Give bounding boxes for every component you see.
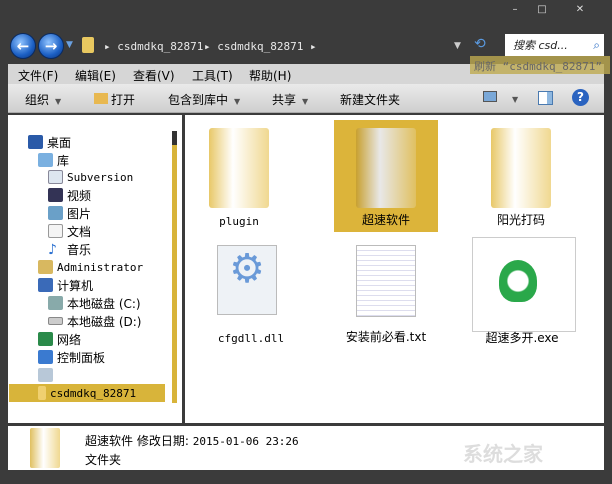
view-icon[interactable] [483,91,497,102]
address-dropdown[interactable]: ▼ [454,41,461,51]
nav-scrollbar[interactable] [171,115,181,423]
nav-network[interactable]: 网络 [38,330,81,348]
watermark-logo: 系统之家 [463,442,543,466]
nav-drive-c[interactable]: 本地磁盘 (C:) [48,294,141,312]
share-button[interactable]: 共享 ▼ [272,91,308,108]
folder-icon [38,386,46,400]
video-icon [48,188,63,202]
document-icon [48,224,63,238]
details-type: 文件夹 [85,453,122,467]
menu-file[interactable]: 文件(F) [18,67,58,84]
music-icon: ♪ [48,242,57,258]
breadcrumb-2[interactable]: ▸ csdmdkq_82871 ▸ [204,40,317,53]
nav-desktop[interactable]: 桌面 [28,133,71,151]
file-item-chaosu-exe[interactable]: 超速多开.exe [472,237,576,345]
drive-icon [48,317,63,325]
network-icon [38,332,53,346]
open-folder-icon [94,93,108,104]
file-item-readme-txt[interactable]: 安装前必看.txt [334,237,438,349]
refresh-tooltip: 刷新 “csdmdkq_82871” [470,56,610,74]
drive-c-icon [48,296,63,310]
organize-button[interactable]: 组织 ▼ [25,91,61,108]
file-item-yangguang[interactable]: 阳光打码 [469,120,573,232]
recent-pages-dropdown[interactable]: ▼ [66,40,73,50]
menu-view[interactable]: 查看(V) [133,67,175,84]
new-folder-button[interactable]: 新建文件夹 [340,91,400,108]
nav-subversion[interactable]: Subversion [48,168,133,186]
document-library-icon [48,170,63,184]
folder-icon [356,128,416,208]
exe-app-icon [499,260,537,302]
folder-icon [82,37,94,53]
file-list: plugin 超速软件 阳光打码 ⚙ cfgdll.dll 安装前必看.txt 超… [185,115,604,423]
folder-icon [30,428,60,468]
user-folder-icon [38,260,53,274]
toolbar: 组织 ▼ 打开 包含到库中 ▼ 共享 ▼ 新建文件夹 ▼ ? [8,84,604,113]
menu-edit[interactable]: 编辑(E) [75,67,116,84]
refresh-icon[interactable]: ⟲ [474,36,486,52]
open-button[interactable]: 打开 [94,91,135,108]
nav-current-folder[interactable]: csdmdkq_82871 [9,384,165,402]
help-icon[interactable]: ? [572,89,589,106]
file-item-plugin[interactable]: plugin [187,120,291,232]
nav-computer[interactable]: 计算机 [38,276,93,294]
include-library-button[interactable]: 包含到库中 ▼ [168,91,240,108]
picture-icon [48,206,63,220]
details-summary: 超速软件 修改日期: 2015-01-06 23:26 [85,434,299,448]
minimize-button[interactable]: – [505,4,525,15]
search-icon: ⌕ [593,37,600,52]
text-file-icon [356,245,416,317]
nav-control-panel[interactable]: 控制面板 [38,348,105,366]
recycle-bin-icon [38,368,53,382]
computer-icon [38,278,53,292]
close-button[interactable]: ✕ [570,4,590,15]
forward-button[interactable]: → [38,33,64,59]
nav-libraries[interactable]: 库 [38,151,69,169]
details-pane: 超速软件 修改日期: 2015-01-06 23:26 文件夹 系统之家 [8,426,604,470]
file-item-cfgdll[interactable]: ⚙ cfgdll.dll [199,237,303,349]
view-dropdown[interactable]: ▼ [506,91,518,105]
maximize-button[interactable]: □ [532,4,552,15]
library-icon [38,153,53,167]
nav-pictures[interactable]: 图片 [48,204,91,222]
menu-help[interactable]: 帮助(H) [249,67,291,84]
nav-music[interactable]: ♪ 音乐 [48,240,91,258]
preview-pane-icon[interactable] [538,91,553,105]
navigation-pane: 桌面 库 Subversion 视频 图片 文档 ♪ 音乐 Administrat… [8,115,182,423]
menu-tools[interactable]: 工具(T) [192,67,233,84]
nav-documents[interactable]: 文档 [48,222,91,240]
breadcrumb-1[interactable]: ▸ csdmdkq_82871 [104,40,203,53]
control-panel-icon [38,350,53,364]
folder-icon [491,128,551,208]
dll-gear-icon: ⚙ [217,245,277,315]
nav-videos[interactable]: 视频 [48,186,91,204]
file-item-chaosu-software[interactable]: 超速软件 [334,120,438,232]
nav-recycle-bin[interactable] [38,366,53,384]
nav-administrator[interactable]: Administrator [38,258,143,276]
desktop-icon [28,135,43,149]
search-input[interactable]: 搜索 csd... ⌕ [505,34,604,56]
back-button[interactable]: ← [10,33,36,59]
folder-icon [209,128,269,208]
nav-drive-d[interactable]: 本地磁盘 (D:) [48,312,141,330]
